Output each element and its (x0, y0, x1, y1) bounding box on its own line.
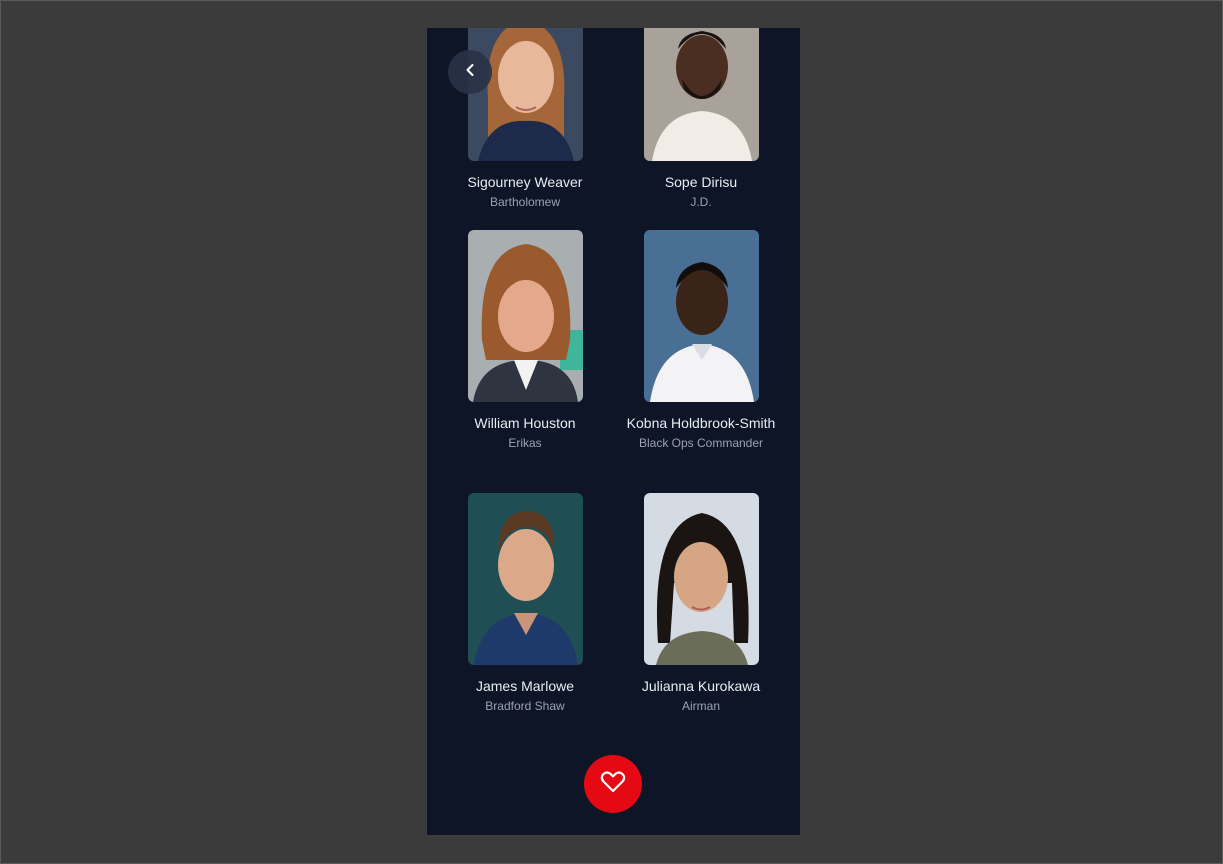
role-name: Airman (681, 699, 720, 713)
actor-name: Julianna Kurokawa (641, 678, 761, 694)
cast-card[interactable]: James Marlowe Bradford Shaw (437, 493, 613, 715)
actor-photo (467, 230, 583, 402)
cast-card[interactable]: Sope Dirisu J.D. (613, 28, 789, 211)
cast-card[interactable]: William Houston Erikas (437, 230, 613, 452)
cast-card[interactable]: Kobna Holdbrook-Smith Black Ops Commande… (613, 230, 789, 452)
cast-card[interactable]: Julianna Kurokawa Airman (613, 493, 789, 715)
actor-name: Kobna Holdbrook-Smith (626, 415, 776, 431)
actor-photo (643, 493, 759, 665)
role-name: Erikas (508, 436, 542, 450)
role-name: Bartholomew (489, 195, 561, 209)
window-frame: Sigourney Weaver Bartholomew Sope Dirisu… (0, 0, 1223, 864)
favorite-button[interactable] (584, 755, 642, 813)
actor-name: William Houston (474, 415, 576, 431)
mobile-viewport[interactable]: Sigourney Weaver Bartholomew Sope Dirisu… (427, 28, 800, 835)
actor-name: Sope Dirisu (664, 174, 738, 190)
actor-photo (467, 28, 583, 161)
back-button[interactable] (448, 50, 492, 94)
actor-name: James Marlowe (475, 678, 575, 694)
role-name: Bradford Shaw (485, 699, 565, 713)
role-name: Black Ops Commander (638, 436, 764, 450)
cast-grid: Sigourney Weaver Bartholomew Sope Dirisu… (427, 28, 800, 835)
chevron-left-icon (462, 62, 478, 83)
actor-photo (643, 230, 759, 402)
role-name: J.D. (690, 195, 712, 209)
heart-outline-icon (600, 770, 626, 799)
actor-photo (467, 493, 583, 665)
actor-name: Sigourney Weaver (467, 174, 583, 190)
actor-photo (643, 28, 759, 161)
